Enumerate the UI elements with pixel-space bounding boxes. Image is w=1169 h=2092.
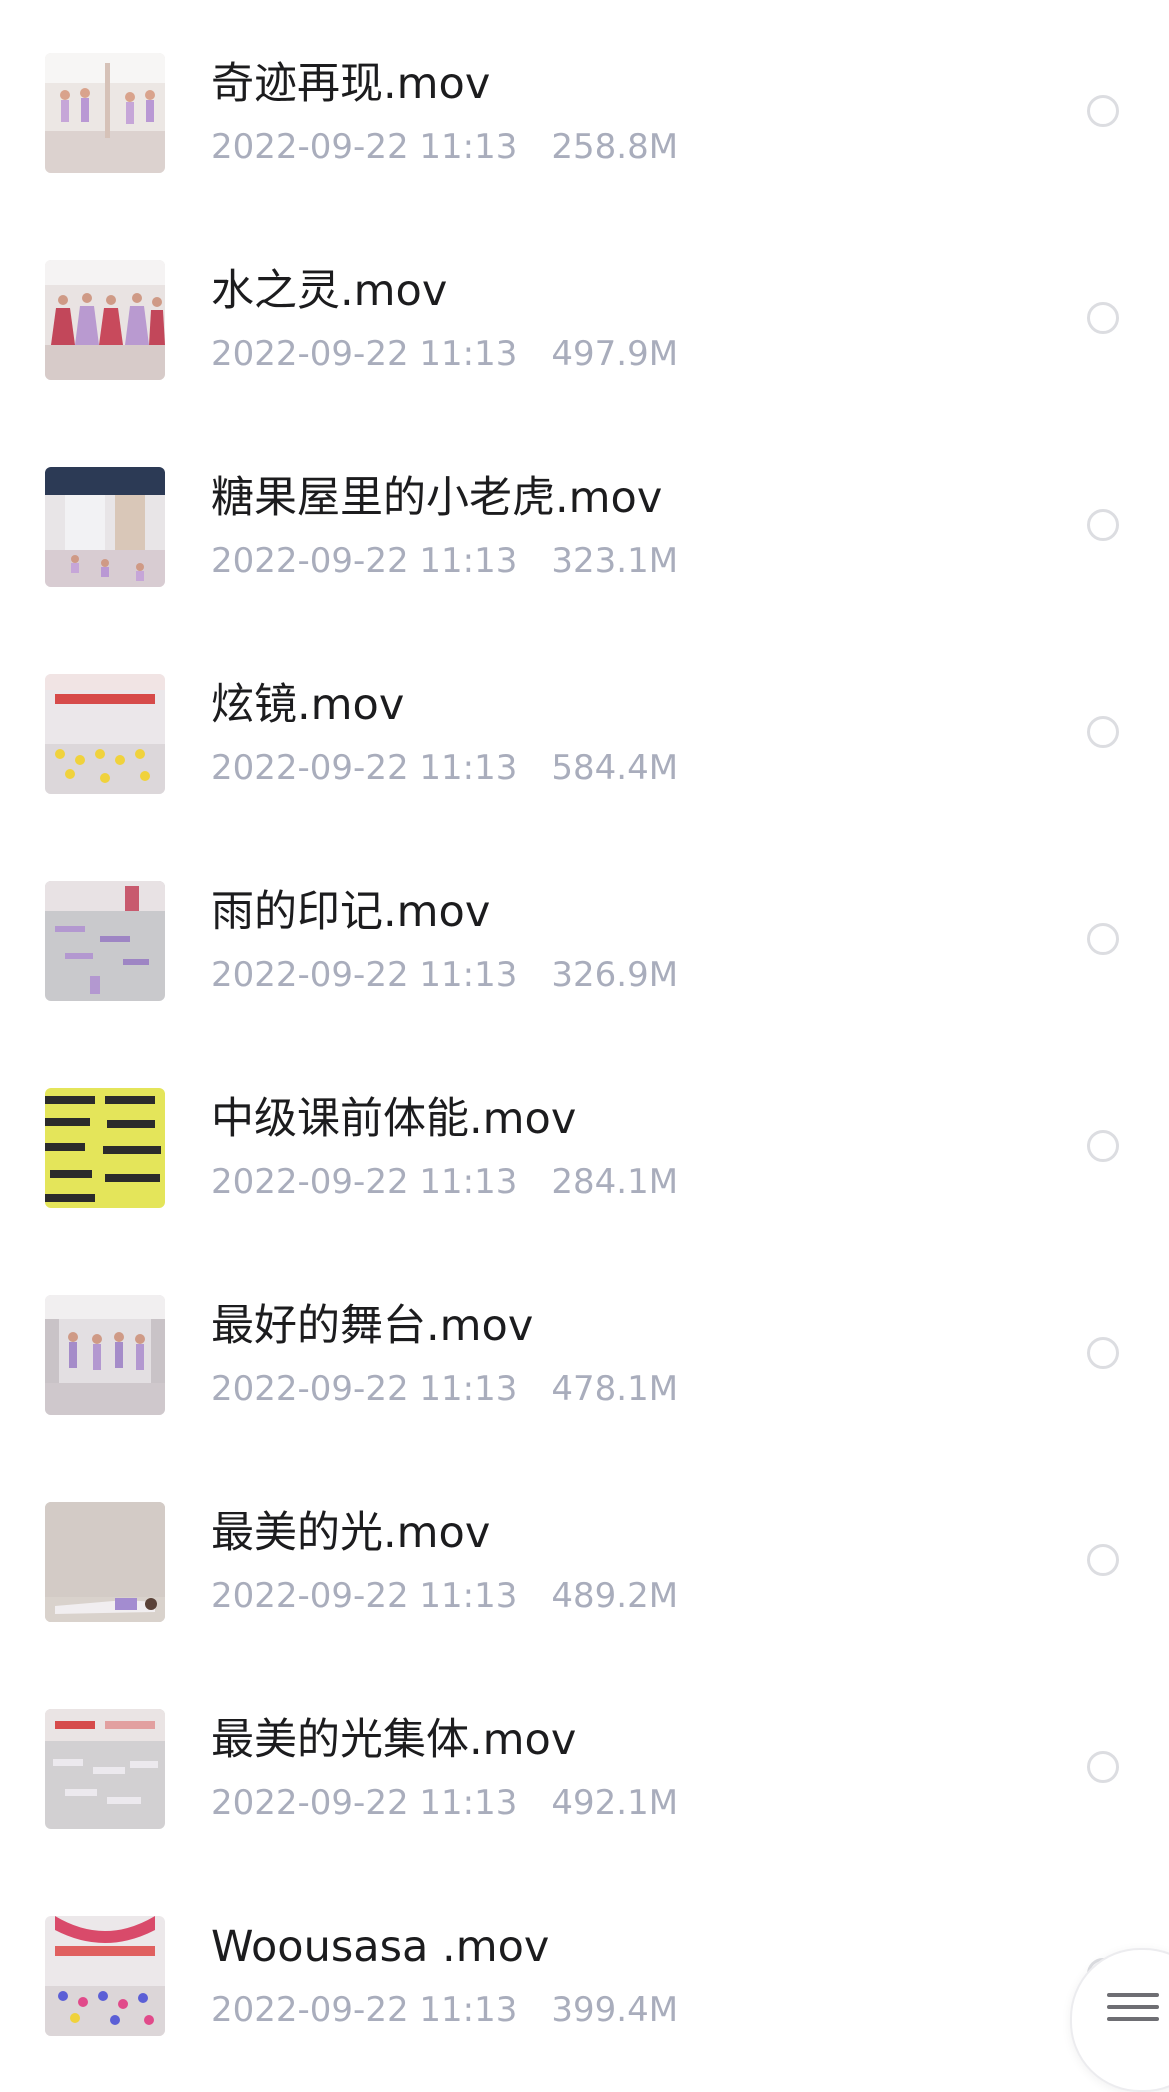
file-meta: 2022-09-22 11:13 489.2M [211,1575,678,1617]
file-name: 糖果屋里的小老虎.mov [211,473,663,523]
file-date: 2022-09-22 11:13 [211,748,518,788]
file-meta: 2022-09-22 11:13 478.1M [211,1368,678,1410]
solo-floor-thumbnail [45,1502,165,1622]
floor-exercise-thumbnail [45,881,165,1001]
file-size: 323.1M [551,541,679,581]
select-radio[interactable] [1087,509,1119,541]
file-name: Woousasa .mov [211,1922,550,1972]
file-meta: 2022-09-22 11:13 497.9M [211,333,678,375]
file-date: 2022-09-22 11:13 [211,541,518,581]
file-size: 492.1M [551,1783,679,1823]
file-size: 326.9M [551,955,679,995]
dance-class-thumbnail [45,1916,165,2036]
menu-icon-bar [1107,1993,1159,1997]
file-row[interactable]: 奇迹再现.mov 2022-09-22 11:13 258.8M [0,0,1169,207]
file-name: 奇迹再现.mov [211,59,491,109]
select-radio[interactable] [1087,1544,1119,1576]
file-date: 2022-09-22 11:13 [211,334,518,374]
video-thumbnail[interactable] [45,881,165,1001]
select-radio[interactable] [1087,302,1119,334]
dance-performance-thumbnail [45,260,165,380]
file-size: 584.4M [551,748,679,788]
file-meta: 2022-09-22 11:13 399.4M [211,1989,678,2031]
file-meta: 2022-09-22 11:13 284.1M [211,1161,678,1203]
video-thumbnail[interactable] [45,674,165,794]
menu-icon-bar [1107,2017,1159,2021]
select-radio[interactable] [1087,716,1119,748]
file-date: 2022-09-22 11:13 [211,127,518,167]
mat-exercise-thumbnail [45,1088,165,1208]
file-name: 炫镜.mov [211,680,405,730]
file-meta: 2022-09-22 11:13 258.8M [211,126,678,168]
video-thumbnail[interactable] [45,1088,165,1208]
file-date: 2022-09-22 11:13 [211,955,518,995]
video-thumbnail[interactable] [45,1709,165,1829]
file-meta: 2022-09-22 11:13 584.4M [211,747,678,789]
file-date: 2022-09-22 11:13 [211,1990,518,2030]
file-row[interactable]: 最美的光.mov 2022-09-22 11:13 489.2M [0,1449,1169,1656]
select-radio[interactable] [1087,95,1119,127]
file-name: 最美的光集体.mov [211,1715,577,1765]
file-size: 478.1M [551,1369,679,1409]
file-row[interactable]: Woousasa .mov 2022-09-22 11:13 399.4M [0,1863,1169,2070]
video-thumbnail[interactable] [45,1295,165,1415]
dance-studio-thumbnail [45,53,165,173]
file-row[interactable]: 中级课前体能.mov 2022-09-22 11:13 284.1M [0,1035,1169,1242]
file-meta: 2022-09-22 11:13 492.1M [211,1782,678,1824]
video-thumbnail[interactable] [45,53,165,173]
file-name: 水之灵.mov [211,266,448,316]
floor-exercise-thumbnail [45,1709,165,1829]
file-size: 399.4M [551,1990,679,2030]
dance-studio-thumbnail [45,1295,165,1415]
select-radio[interactable] [1087,1130,1119,1162]
file-row[interactable]: 最好的舞台.mov 2022-09-22 11:13 478.1M [0,1242,1169,1449]
video-thumbnail[interactable] [45,1502,165,1622]
file-meta: 2022-09-22 11:13 326.9M [211,954,678,996]
file-date: 2022-09-22 11:13 [211,1162,518,1202]
video-thumbnail[interactable] [45,467,165,587]
file-row[interactable]: 最美的光集体.mov 2022-09-22 11:13 492.1M [0,1656,1169,1863]
file-date: 2022-09-22 11:13 [211,1576,518,1616]
file-row[interactable]: 炫镜.mov 2022-09-22 11:13 584.4M [0,621,1169,828]
select-radio[interactable] [1087,1337,1119,1369]
file-meta: 2022-09-22 11:13 323.1M [211,540,678,582]
video-thumbnail[interactable] [45,260,165,380]
select-radio[interactable] [1087,1751,1119,1783]
file-date: 2022-09-22 11:13 [211,1369,518,1409]
file-name: 最好的舞台.mov [211,1301,534,1351]
video-thumbnail[interactable] [45,1916,165,2036]
file-row[interactable]: 雨的印记.mov 2022-09-22 11:13 326.9M [0,828,1169,1035]
file-name: 最美的光.mov [211,1508,491,1558]
file-name: 中级课前体能.mov [211,1094,577,1144]
file-list: 奇迹再现.mov 2022-09-22 11:13 258.8M 水之灵.mov … [0,0,1169,2070]
file-name: 雨的印记.mov [211,887,491,937]
select-radio[interactable] [1087,923,1119,955]
file-size: 284.1M [551,1162,679,1202]
file-row[interactable]: 糖果屋里的小老虎.mov 2022-09-22 11:13 323.1M [0,414,1169,621]
dance-class-thumbnail [45,674,165,794]
file-row[interactable]: 水之灵.mov 2022-09-22 11:13 497.9M [0,207,1169,414]
file-date: 2022-09-22 11:13 [211,1783,518,1823]
file-size: 258.8M [551,127,679,167]
dance-studio-thumbnail [45,467,165,587]
menu-icon-bar [1107,2005,1159,2009]
file-size: 497.9M [551,334,679,374]
file-size: 489.2M [551,1576,679,1616]
